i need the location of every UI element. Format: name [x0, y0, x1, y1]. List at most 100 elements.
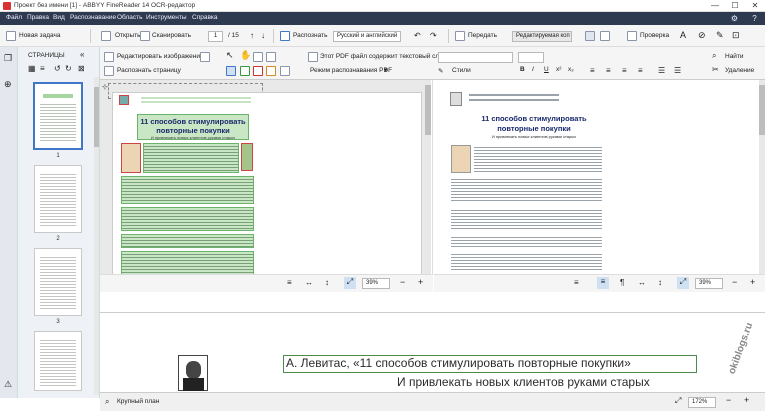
text-scrollbar[interactable] — [759, 80, 765, 274]
recognized-paragraph-1[interactable] — [451, 177, 602, 203]
page-icon[interactable] — [200, 52, 210, 62]
undo-icon[interactable]: ↶ — [414, 31, 421, 40]
status-fit-icon[interactable]: ⤢ — [675, 396, 681, 406]
arrow-up-icon[interactable]: ↑ — [250, 31, 254, 40]
menu-edit[interactable]: Правка — [27, 14, 49, 21]
figure-block[interactable] — [241, 143, 253, 171]
arrow-down-icon[interactable]: ↓ — [261, 31, 265, 40]
scan-button[interactable]: Сканировать — [152, 32, 191, 39]
recognized-title-line2[interactable]: повторные покупки — [434, 124, 634, 133]
selection-handle-icon[interactable]: ⊹ — [102, 83, 108, 91]
recognized-figure[interactable] — [451, 145, 471, 173]
fit-page-icon[interactable]: ⤢ — [344, 277, 356, 289]
text-view-icon[interactable] — [600, 31, 610, 41]
pdf-mode-dropdown[interactable]: Режим распознавания PDF — [310, 67, 392, 74]
language-select[interactable]: Русский и английский — [333, 31, 401, 42]
page-thumbnail-2[interactable] — [34, 165, 82, 233]
text-block-4[interactable] — [121, 251, 254, 275]
recognized-subtitle[interactable]: И привлекать новых клиентов руками стары… — [434, 134, 634, 139]
align-left-icon[interactable]: ≡ — [590, 66, 595, 75]
text-fit-width-icon[interactable]: ↔ — [638, 278, 646, 287]
pages-tab-icon[interactable]: ❐ — [4, 53, 12, 64]
align-center-icon[interactable]: ≡ — [606, 66, 611, 75]
page-list-icon[interactable]: ≡ — [287, 278, 292, 287]
text-block-2[interactable] — [121, 207, 254, 231]
subscript-icon[interactable]: x₂ — [568, 66, 574, 73]
maximize-button[interactable]: ☐ — [725, 1, 745, 11]
text-fit-page-icon[interactable]: ⤢ — [677, 277, 689, 289]
recognized-intro[interactable] — [474, 145, 602, 173]
list-view-icon[interactable]: ≡ — [40, 64, 45, 73]
redo-icon[interactable]: ↷ — [430, 31, 437, 40]
recognized-photo[interactable] — [450, 92, 462, 106]
crop-icon[interactable] — [266, 52, 276, 62]
font-size-select[interactable] — [518, 52, 544, 63]
italic-icon[interactable]: I — [532, 66, 534, 73]
underline-icon[interactable]: U — [544, 66, 549, 73]
zoom-in-icon[interactable]: + — [418, 277, 423, 287]
recognized-paragraph-2[interactable] — [451, 208, 602, 230]
author-photo-small[interactable] — [121, 143, 141, 173]
text-block-intro[interactable] — [143, 143, 239, 173]
hand-icon[interactable]: ✋ — [240, 50, 251, 61]
settings-icon[interactable]: ⚙ — [730, 14, 739, 23]
numbered-list-icon[interactable]: ☰ — [674, 66, 681, 75]
text-zoom-select[interactable]: 39% — [695, 278, 723, 289]
menu-tools[interactable]: Инструменты — [146, 14, 187, 21]
list-icon[interactable]: ☰ — [658, 66, 665, 75]
minimize-button[interactable]: — — [705, 1, 725, 11]
zoom-out-icon[interactable]: − — [400, 277, 405, 287]
warning-icon[interactable]: ⚠ — [4, 379, 12, 390]
page-thumbnail-1[interactable] — [33, 82, 83, 150]
spellcheck-icon[interactable]: A — [680, 30, 686, 40]
lock-icon[interactable]: ⊡ — [732, 30, 740, 41]
open-button[interactable]: Открыть — [115, 32, 141, 39]
closeup-zoom-out-icon[interactable]: − — [726, 395, 731, 405]
edit-image-button[interactable]: Редактировать изображение — [117, 53, 204, 60]
menu-file[interactable]: Файл — [6, 14, 22, 21]
closeup-label[interactable]: Крупный план — [117, 398, 159, 405]
recognized-title-line1[interactable]: 11 способов стимулировать — [434, 114, 634, 123]
page-number-input[interactable]: 1 — [208, 31, 223, 42]
pages-scrollbar[interactable] — [94, 77, 99, 395]
text-block-3[interactable] — [121, 234, 254, 248]
table-area-icon[interactable] — [253, 66, 263, 76]
grid-view-icon[interactable]: ▦ — [28, 64, 36, 73]
bold-icon[interactable]: B — [520, 66, 525, 73]
pilcrow-icon[interactable]: ¶ — [620, 278, 624, 287]
closeup-zoom-in-icon[interactable]: + — [744, 395, 749, 405]
align-justify-icon[interactable]: ≡ — [638, 66, 643, 75]
recognize-page-button[interactable]: Распознать страницу — [117, 67, 181, 74]
rotate-right-icon[interactable]: ↻ — [65, 64, 72, 73]
closeup-zoom-select[interactable]: 172% — [688, 397, 716, 408]
font-name-select[interactable] — [438, 52, 513, 63]
verify-button[interactable]: Проверка — [640, 32, 669, 39]
page-thumbnail-3[interactable] — [34, 248, 82, 316]
background-area-icon[interactable] — [266, 66, 276, 76]
recognize-button[interactable]: Распознать — [293, 32, 327, 39]
new-task-button[interactable]: Новая задача — [19, 32, 61, 39]
title-block[interactable]: 11 способов стимулировать повторные поку… — [137, 114, 249, 140]
delete-page-icon[interactable]: ⊠ — [78, 64, 85, 73]
text-block-1[interactable] — [121, 176, 254, 204]
recognized-paragraph-4[interactable] — [451, 252, 602, 272]
text-list-icon[interactable]: ≡ — [574, 278, 579, 287]
text-area-icon[interactable] — [226, 66, 236, 76]
layout-view-icon[interactable] — [585, 31, 595, 41]
align-right-icon[interactable]: ≡ — [622, 66, 627, 75]
menu-help[interactable]: Справка — [192, 14, 218, 21]
image-zoom-select[interactable]: 39% — [362, 278, 390, 289]
help-icon[interactable]: ? — [750, 14, 759, 23]
text-view-mode-icon[interactable]: ≡ — [597, 277, 609, 289]
fit-width-icon[interactable]: ↔ — [305, 278, 313, 287]
select-area-icon[interactable] — [253, 52, 263, 62]
menu-view[interactable]: Вид — [53, 14, 65, 21]
collapse-panel-icon[interactable]: « — [80, 50, 84, 59]
send-button[interactable]: Передать — [468, 32, 497, 39]
close-button[interactable]: ✕ — [745, 1, 765, 11]
pointer-icon[interactable]: ↖ — [226, 50, 234, 61]
link-icon[interactable]: ⊘ — [698, 30, 706, 41]
chevron-down-icon[interactable]: ▾ — [384, 66, 388, 74]
image-scrollbar[interactable] — [425, 80, 431, 274]
recognized-paragraph-3[interactable] — [451, 235, 602, 247]
